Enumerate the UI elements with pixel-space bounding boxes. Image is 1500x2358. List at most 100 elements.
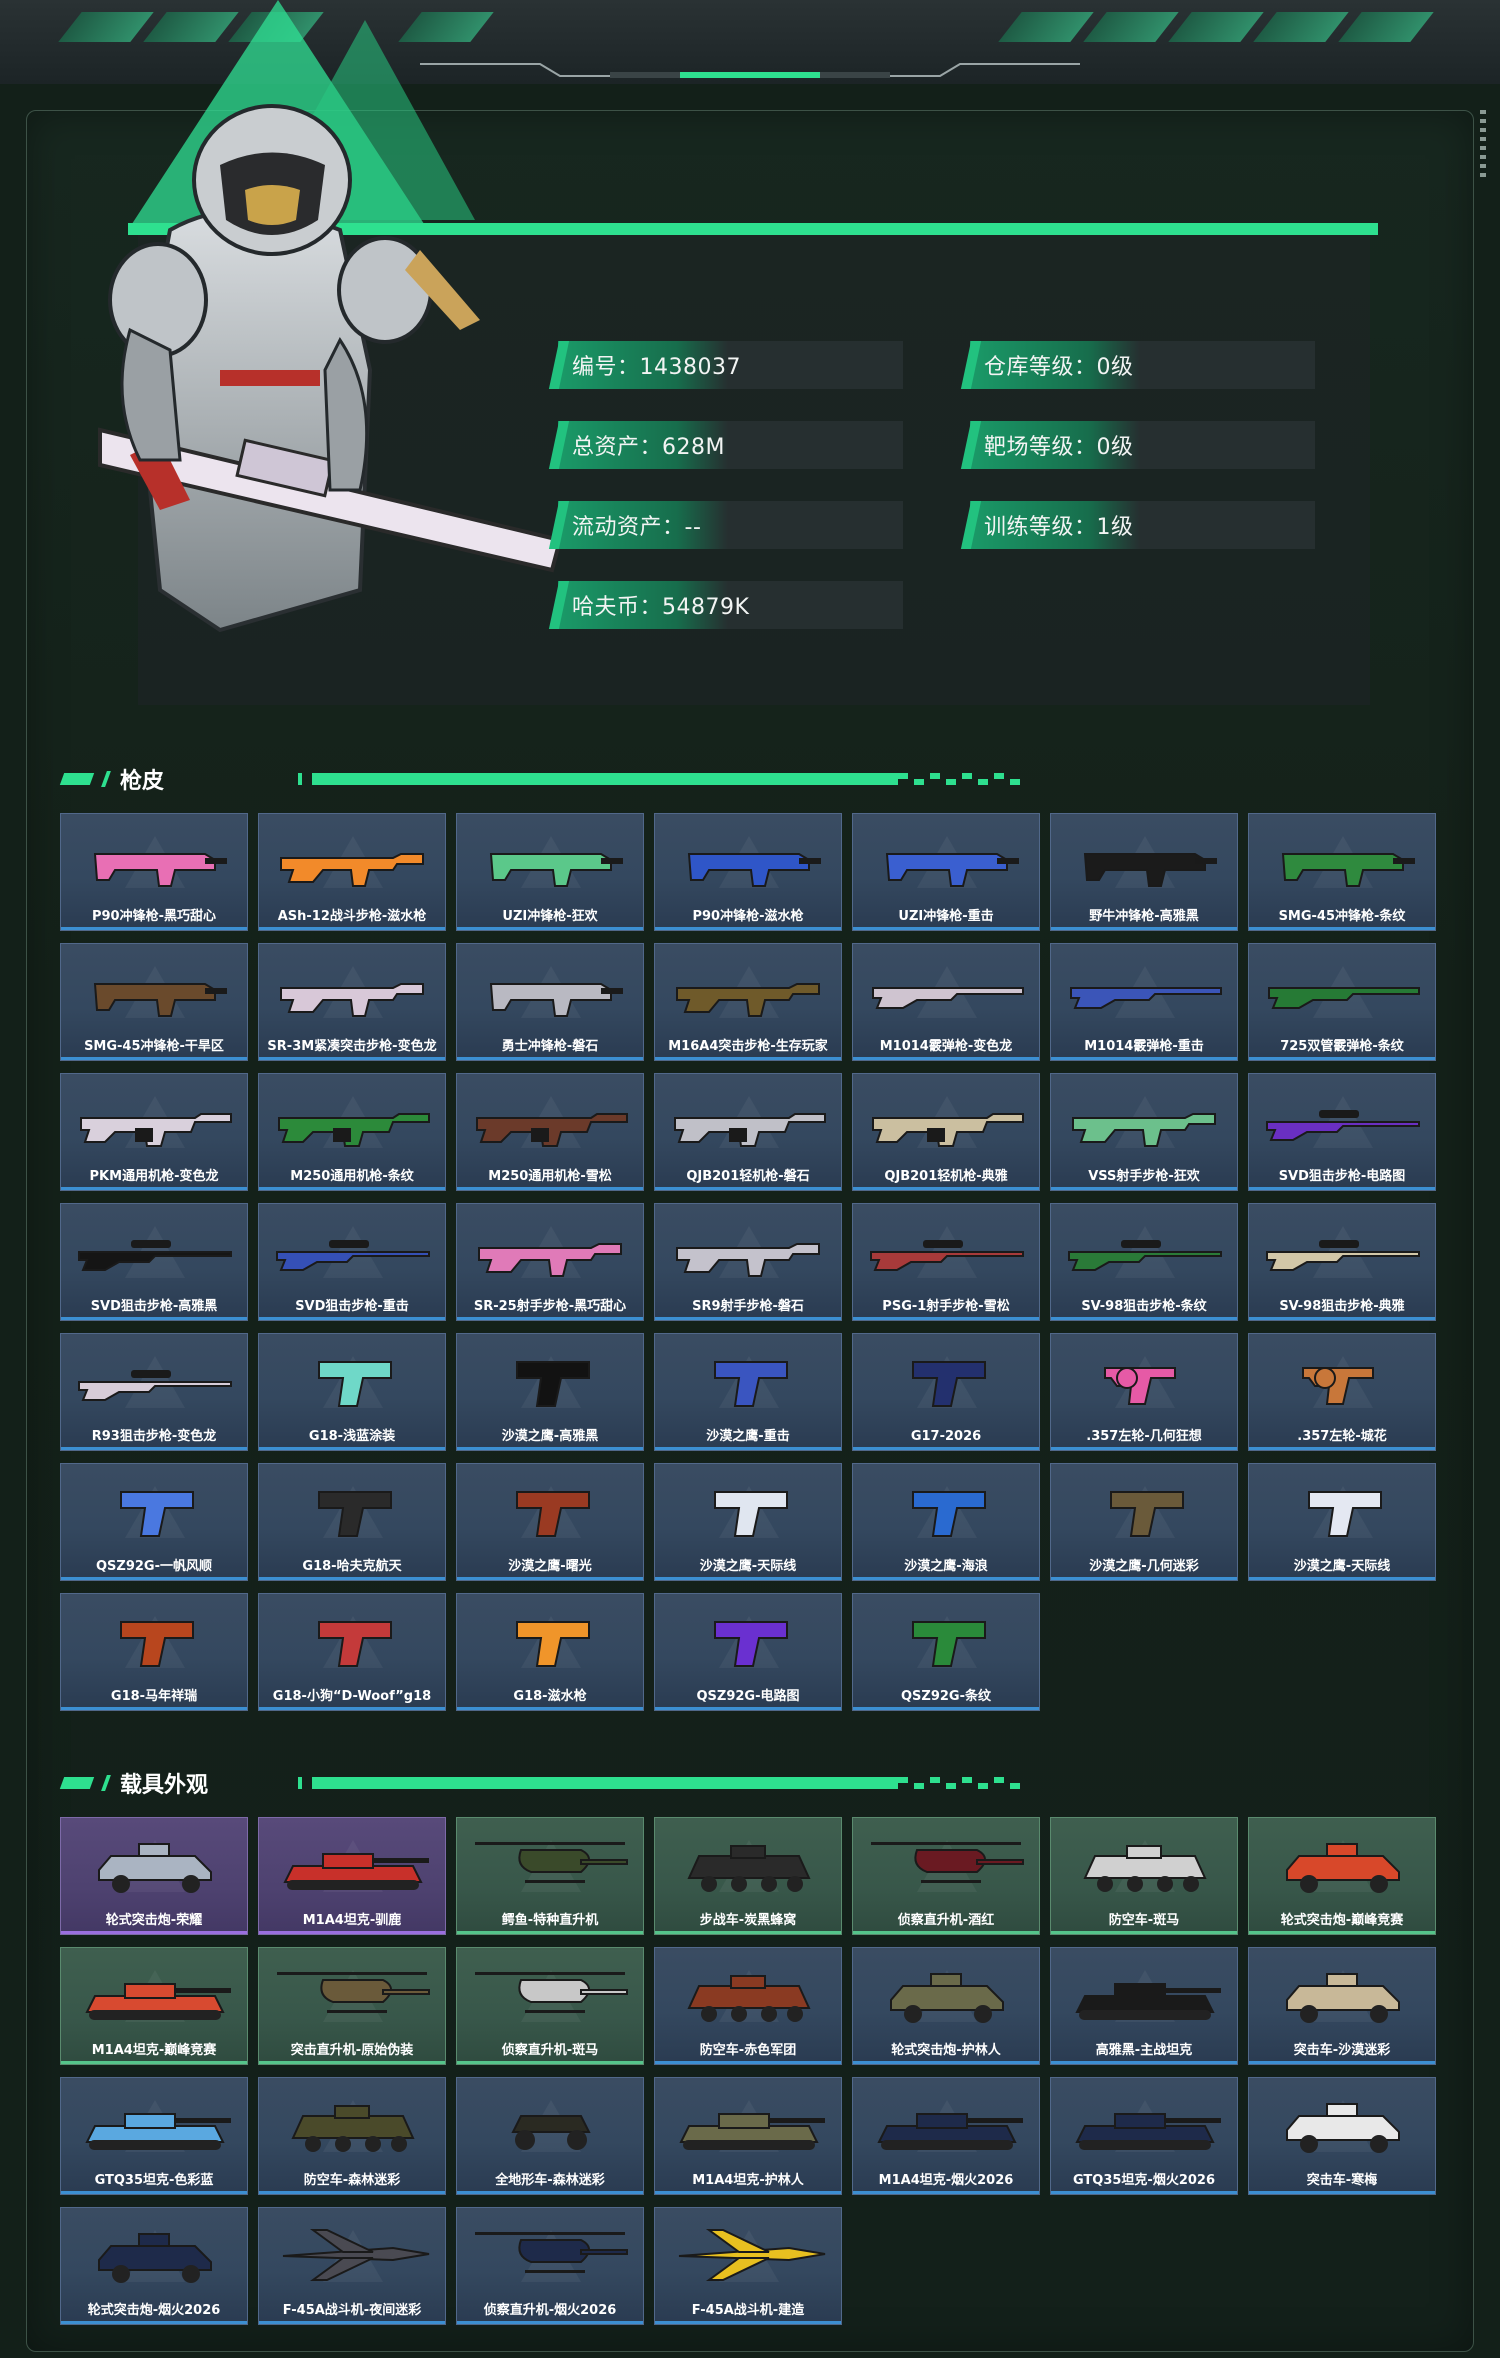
skin-card[interactable]: G18-哈夫克航天 [258, 1463, 446, 1581]
skin-name: 勇士冲锋枪-磐石 [501, 1039, 599, 1054]
skin-name: PSG-1射手步枪-雪松 [882, 1299, 1010, 1314]
skin-card[interactable]: SV-98狙击步枪-条纹 [1050, 1203, 1238, 1321]
skin-card[interactable]: SMG-45冲锋枪-干旱区 [60, 943, 248, 1061]
skin-card[interactable]: M250通用机枪-条纹 [258, 1073, 446, 1191]
skin-card[interactable]: .357左轮-几何狂想 [1050, 1333, 1238, 1451]
skin-card[interactable]: G18-马年祥瑞 [60, 1593, 248, 1711]
skin-card[interactable]: M1A4坦克-烟火2026 [852, 2077, 1040, 2195]
skin-name: 沙漠之鹰-高雅黑 [501, 1429, 599, 1444]
skin-card[interactable]: P90冲锋枪-滋水枪 [654, 813, 842, 931]
skin-card[interactable]: 725双管霰弹枪-条纹 [1248, 943, 1436, 1061]
skin-card[interactable]: PKM通用机枪-变色龙 [60, 1073, 248, 1191]
skin-card[interactable]: F-45A战斗机-建造 [654, 2207, 842, 2325]
skin-card[interactable]: 沙漠之鹰-天际线 [1248, 1463, 1436, 1581]
skin-card[interactable]: 鳄鱼-特种直升机 [456, 1817, 644, 1935]
skin-card[interactable]: ASh-12战斗步枪-滋水枪 [258, 813, 446, 931]
skin-card[interactable]: UZI冲锋枪-狂欢 [456, 813, 644, 931]
skin-name: ASh-12战斗步枪-滋水枪 [277, 909, 427, 924]
skin-card[interactable]: SMG-45冲锋枪-条纹 [1248, 813, 1436, 931]
skin-card[interactable]: 全地形车-森林迷彩 [456, 2077, 644, 2195]
helicopter-icon [871, 1842, 1024, 1883]
skin-card[interactable]: 沙漠之鹰-海浪 [852, 1463, 1040, 1581]
mg-icon [674, 1113, 826, 1147]
skin-card[interactable]: SVD狙击步枪-高雅黑 [60, 1203, 248, 1321]
armored-car-icon [890, 1973, 1004, 2023]
skin-card[interactable]: 防空车-赤色军团 [654, 1947, 842, 2065]
skin-card[interactable]: 野牛冲锋枪-高雅黑 [1050, 813, 1238, 931]
skin-name: SMG-45冲锋枪-干旱区 [84, 1039, 224, 1054]
skin-card[interactable]: QSZ92G-条纹 [852, 1593, 1040, 1711]
skin-card[interactable]: R93狙击步枪-变色龙 [60, 1333, 248, 1451]
skin-card[interactable]: 高雅黑-主战坦克 [1050, 1947, 1238, 2065]
stat-liquid-assets: 流动资产：-- [548, 501, 903, 549]
skin-card[interactable]: P90冲锋枪-黑巧甜心 [60, 813, 248, 931]
skin-card[interactable]: SR-3M紧凑突击步枪-变色龙 [258, 943, 446, 1061]
skin-card[interactable]: G18-浅蓝涂装 [258, 1333, 446, 1451]
skin-card[interactable]: M1014霰弹枪-变色龙 [852, 943, 1040, 1061]
skin-card[interactable]: G17-2026 [852, 1333, 1040, 1451]
skin-card[interactable]: SVD狙击步枪-电路图 [1248, 1073, 1436, 1191]
skin-card[interactable]: 防空车-斑马 [1050, 1817, 1238, 1935]
skin-card[interactable]: 沙漠之鹰-几何迷彩 [1050, 1463, 1238, 1581]
skin-card[interactable]: 沙漠之鹰-重击 [654, 1333, 842, 1451]
skin-card[interactable]: 沙漠之鹰-天际线 [654, 1463, 842, 1581]
skin-card[interactable]: M1014霰弹枪-重击 [1050, 943, 1238, 1061]
scroll-indicator[interactable] [1480, 110, 1486, 182]
smg-icon [687, 853, 821, 887]
skin-card[interactable]: SV-98狙击步枪-典雅 [1248, 1203, 1436, 1321]
sniper-icon [1266, 1110, 1420, 1141]
skin-card[interactable]: G18-滋水枪 [456, 1593, 644, 1711]
skin-card[interactable]: M250通用机枪-雪松 [456, 1073, 644, 1191]
skin-card[interactable]: QJB201轻机枪-典雅 [852, 1073, 1040, 1191]
skin-card[interactable]: 突击车-寒梅 [1248, 2077, 1436, 2195]
skin-card[interactable]: SR9射手步枪-磐石 [654, 1203, 842, 1321]
skin-card[interactable]: M1A4坦克-驯鹿 [258, 1817, 446, 1935]
skin-card[interactable]: 侦察直升机-斑马 [456, 1947, 644, 2065]
skin-card[interactable]: 沙漠之鹰-高雅黑 [456, 1333, 644, 1451]
skin-card[interactable]: PSG-1射手步枪-雪松 [852, 1203, 1040, 1321]
skin-card[interactable]: 轮式突击炮-烟火2026 [60, 2207, 248, 2325]
skin-card[interactable]: GTQ35坦克-色彩蓝 [60, 2077, 248, 2195]
armored-car-icon [98, 2233, 212, 2283]
skin-card[interactable]: UZI冲锋枪-重击 [852, 813, 1040, 931]
skin-card[interactable]: QJB201轻机枪-磐石 [654, 1073, 842, 1191]
skin-card[interactable]: 轮式突击炮-护林人 [852, 1947, 1040, 2065]
skin-card[interactable]: 突击直升机-原始伪装 [258, 1947, 446, 2065]
skin-card[interactable]: .357左轮-城花 [1248, 1333, 1436, 1451]
skin-card[interactable]: 勇士冲锋枪-磐石 [456, 943, 644, 1061]
skin-name: 全地形车-森林迷彩 [495, 2173, 605, 2188]
skin-name: SMG-45冲锋枪-条纹 [1278, 909, 1406, 924]
skin-card[interactable]: M1A4坦克-巅峰竞赛 [60, 1947, 248, 2065]
rifle-icon [280, 983, 424, 1017]
helicopter-icon [277, 1972, 430, 2013]
skin-card[interactable]: SR-25射手步枪-黑巧甜心 [456, 1203, 644, 1321]
skin-card[interactable]: 轮式突击炮-巅峰竞赛 [1248, 1817, 1436, 1935]
smg-icon [489, 983, 623, 1017]
skin-card[interactable]: 侦察直升机-酒红 [852, 1817, 1040, 1935]
skin-card[interactable]: QSZ92G-电路图 [654, 1593, 842, 1711]
skin-card[interactable]: 侦察直升机-烟火2026 [456, 2207, 644, 2325]
skin-name: .357左轮-几何狂想 [1086, 1429, 1202, 1444]
skin-card[interactable]: 防空车-森林迷彩 [258, 2077, 446, 2195]
skin-name: 沙漠之鹰-重击 [706, 1429, 790, 1444]
skin-name: 突击直升机-原始伪装 [290, 2043, 414, 2058]
skin-name: M250通用机枪-条纹 [290, 1169, 414, 1184]
skin-card[interactable]: QSZ92G-一帆风顺 [60, 1463, 248, 1581]
skin-card[interactable]: SVD狙击步枪-重击 [258, 1203, 446, 1321]
skin-card[interactable]: 轮式突击炮-荣耀 [60, 1817, 248, 1935]
skin-card[interactable]: 突击车-沙漠迷彩 [1248, 1947, 1436, 2065]
skin-card[interactable]: 步战车-炭黑蜂窝 [654, 1817, 842, 1935]
skin-name: QJB201轻机枪-磐石 [686, 1169, 810, 1184]
atv-icon [511, 2115, 591, 2150]
skin-card[interactable]: 沙漠之鹰-曙光 [456, 1463, 644, 1581]
header-stripe [1168, 12, 1264, 42]
skin-card[interactable]: VSS射手步枪-狂欢 [1050, 1073, 1238, 1191]
pistol-icon [1110, 1491, 1184, 1537]
skin-card[interactable]: G18-小狗“D-Woof”g18 [258, 1593, 446, 1711]
armored-car-icon [98, 1843, 212, 1893]
skin-card[interactable]: GTQ35坦克-烟火2026 [1050, 2077, 1238, 2195]
skin-card[interactable]: M16A4突击步枪-生存玩家 [654, 943, 842, 1061]
smg-icon [93, 983, 227, 1017]
skin-card[interactable]: F-45A战斗机-夜间迷彩 [258, 2207, 446, 2325]
skin-card[interactable]: M1A4坦克-护林人 [654, 2077, 842, 2195]
